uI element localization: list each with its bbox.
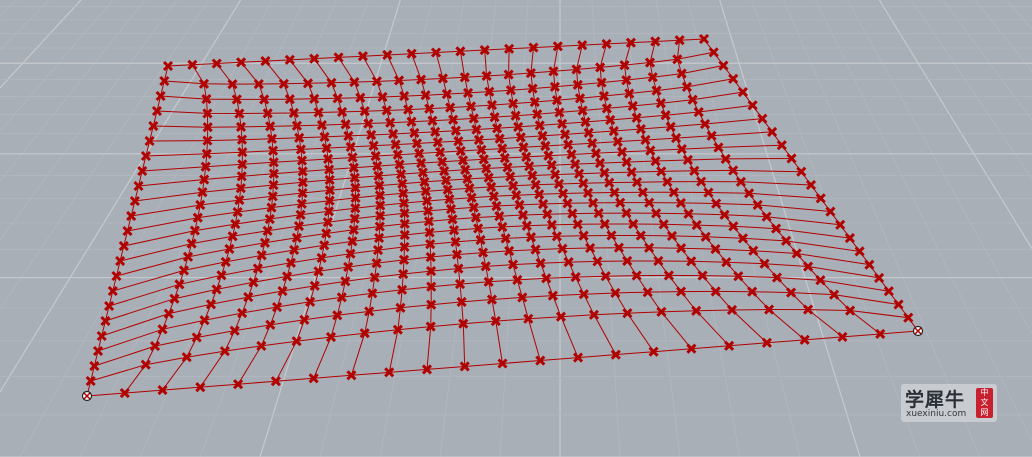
seal-char: 网 (980, 408, 989, 417)
mesh-edge (108, 235, 860, 307)
x-mark-icon[interactable] (104, 300, 115, 312)
x-mark-icon[interactable] (115, 255, 126, 267)
x-mark-icon[interactable] (205, 299, 217, 310)
x-mark-icon[interactable] (107, 285, 118, 297)
x-mark-icon[interactable] (100, 315, 111, 327)
x-mark-icon[interactable] (85, 375, 96, 387)
grid-line (1023, 0, 1032, 457)
grid-line (0, 0, 269, 457)
grid-line (0, 0, 63, 457)
grid-line (0, 0, 178, 241)
grid-line (0, 0, 157, 457)
x-mark-icon[interactable] (186, 238, 197, 249)
anchor-point-icon[interactable] (81, 390, 93, 402)
grid-line (0, 0, 29, 457)
grid-line (655, 0, 741, 457)
x-mark-icon[interactable] (248, 277, 259, 288)
viewport-scene[interactable] (0, 0, 1032, 457)
x-mark-icon[interactable] (211, 284, 222, 295)
x-mark-icon[interactable] (89, 360, 100, 372)
mesh-edge (508, 48, 617, 355)
grid-line (0, 0, 71, 457)
grid-line (0, 0, 20, 457)
x-mark-icon[interactable] (178, 265, 190, 276)
rhino-perspective-viewport[interactable]: 学犀牛 xuexiniu.com 中 文 网 (0, 0, 1032, 457)
grid-line (0, 0, 50, 51)
mesh-edge (160, 65, 724, 100)
x-mark-icon[interactable] (708, 47, 719, 58)
watermark-url: xuexiniu.com (906, 409, 967, 419)
seal-char: 中 (980, 388, 989, 397)
seal-char: 文 (980, 398, 989, 407)
grid-line (0, 0, 174, 457)
grid-line (0, 0, 46, 457)
grid-line (0, 0, 131, 457)
grid-line (0, 0, 89, 457)
grid-line (19, 0, 274, 457)
grid-line (0, 0, 80, 457)
watermark-logo: 学犀牛 xuexiniu.com 中 文 网 (901, 384, 997, 422)
construction-grid (0, 0, 1032, 457)
x-mark-icon[interactable] (118, 240, 129, 252)
x-mark-icon[interactable] (111, 270, 122, 282)
grid-line (1014, 0, 1032, 457)
grid-line (0, 0, 346, 457)
watermark-seal-stamp: 中 文 网 (976, 388, 993, 418)
grid-line (0, 0, 140, 457)
anchor-point-icon[interactable] (912, 325, 924, 337)
x-mark-icon[interactable] (92, 345, 104, 357)
grid-line (1006, 0, 1032, 457)
mesh-edge (386, 54, 432, 370)
mesh-edge (552, 46, 692, 350)
grid-line (0, 0, 97, 457)
x-mark-icon[interactable] (157, 324, 168, 335)
mesh-edge (313, 58, 357, 379)
grid-line (997, 0, 1032, 457)
x-mark-icon[interactable] (149, 341, 161, 352)
grid-line (0, 0, 294, 457)
x-mark-icon[interactable] (174, 279, 185, 290)
x-mark-icon[interactable] (96, 330, 107, 342)
grid-line (0, 0, 303, 457)
watermark-brand-text: 学犀牛 (905, 389, 966, 411)
grid-line (0, 0, 242, 394)
x-mark-icon[interactable] (169, 293, 180, 304)
x-mark-icon[interactable] (163, 308, 174, 319)
mesh-edge (676, 40, 881, 335)
grid-line (0, 0, 183, 457)
x-mark-icon[interactable] (122, 225, 133, 237)
